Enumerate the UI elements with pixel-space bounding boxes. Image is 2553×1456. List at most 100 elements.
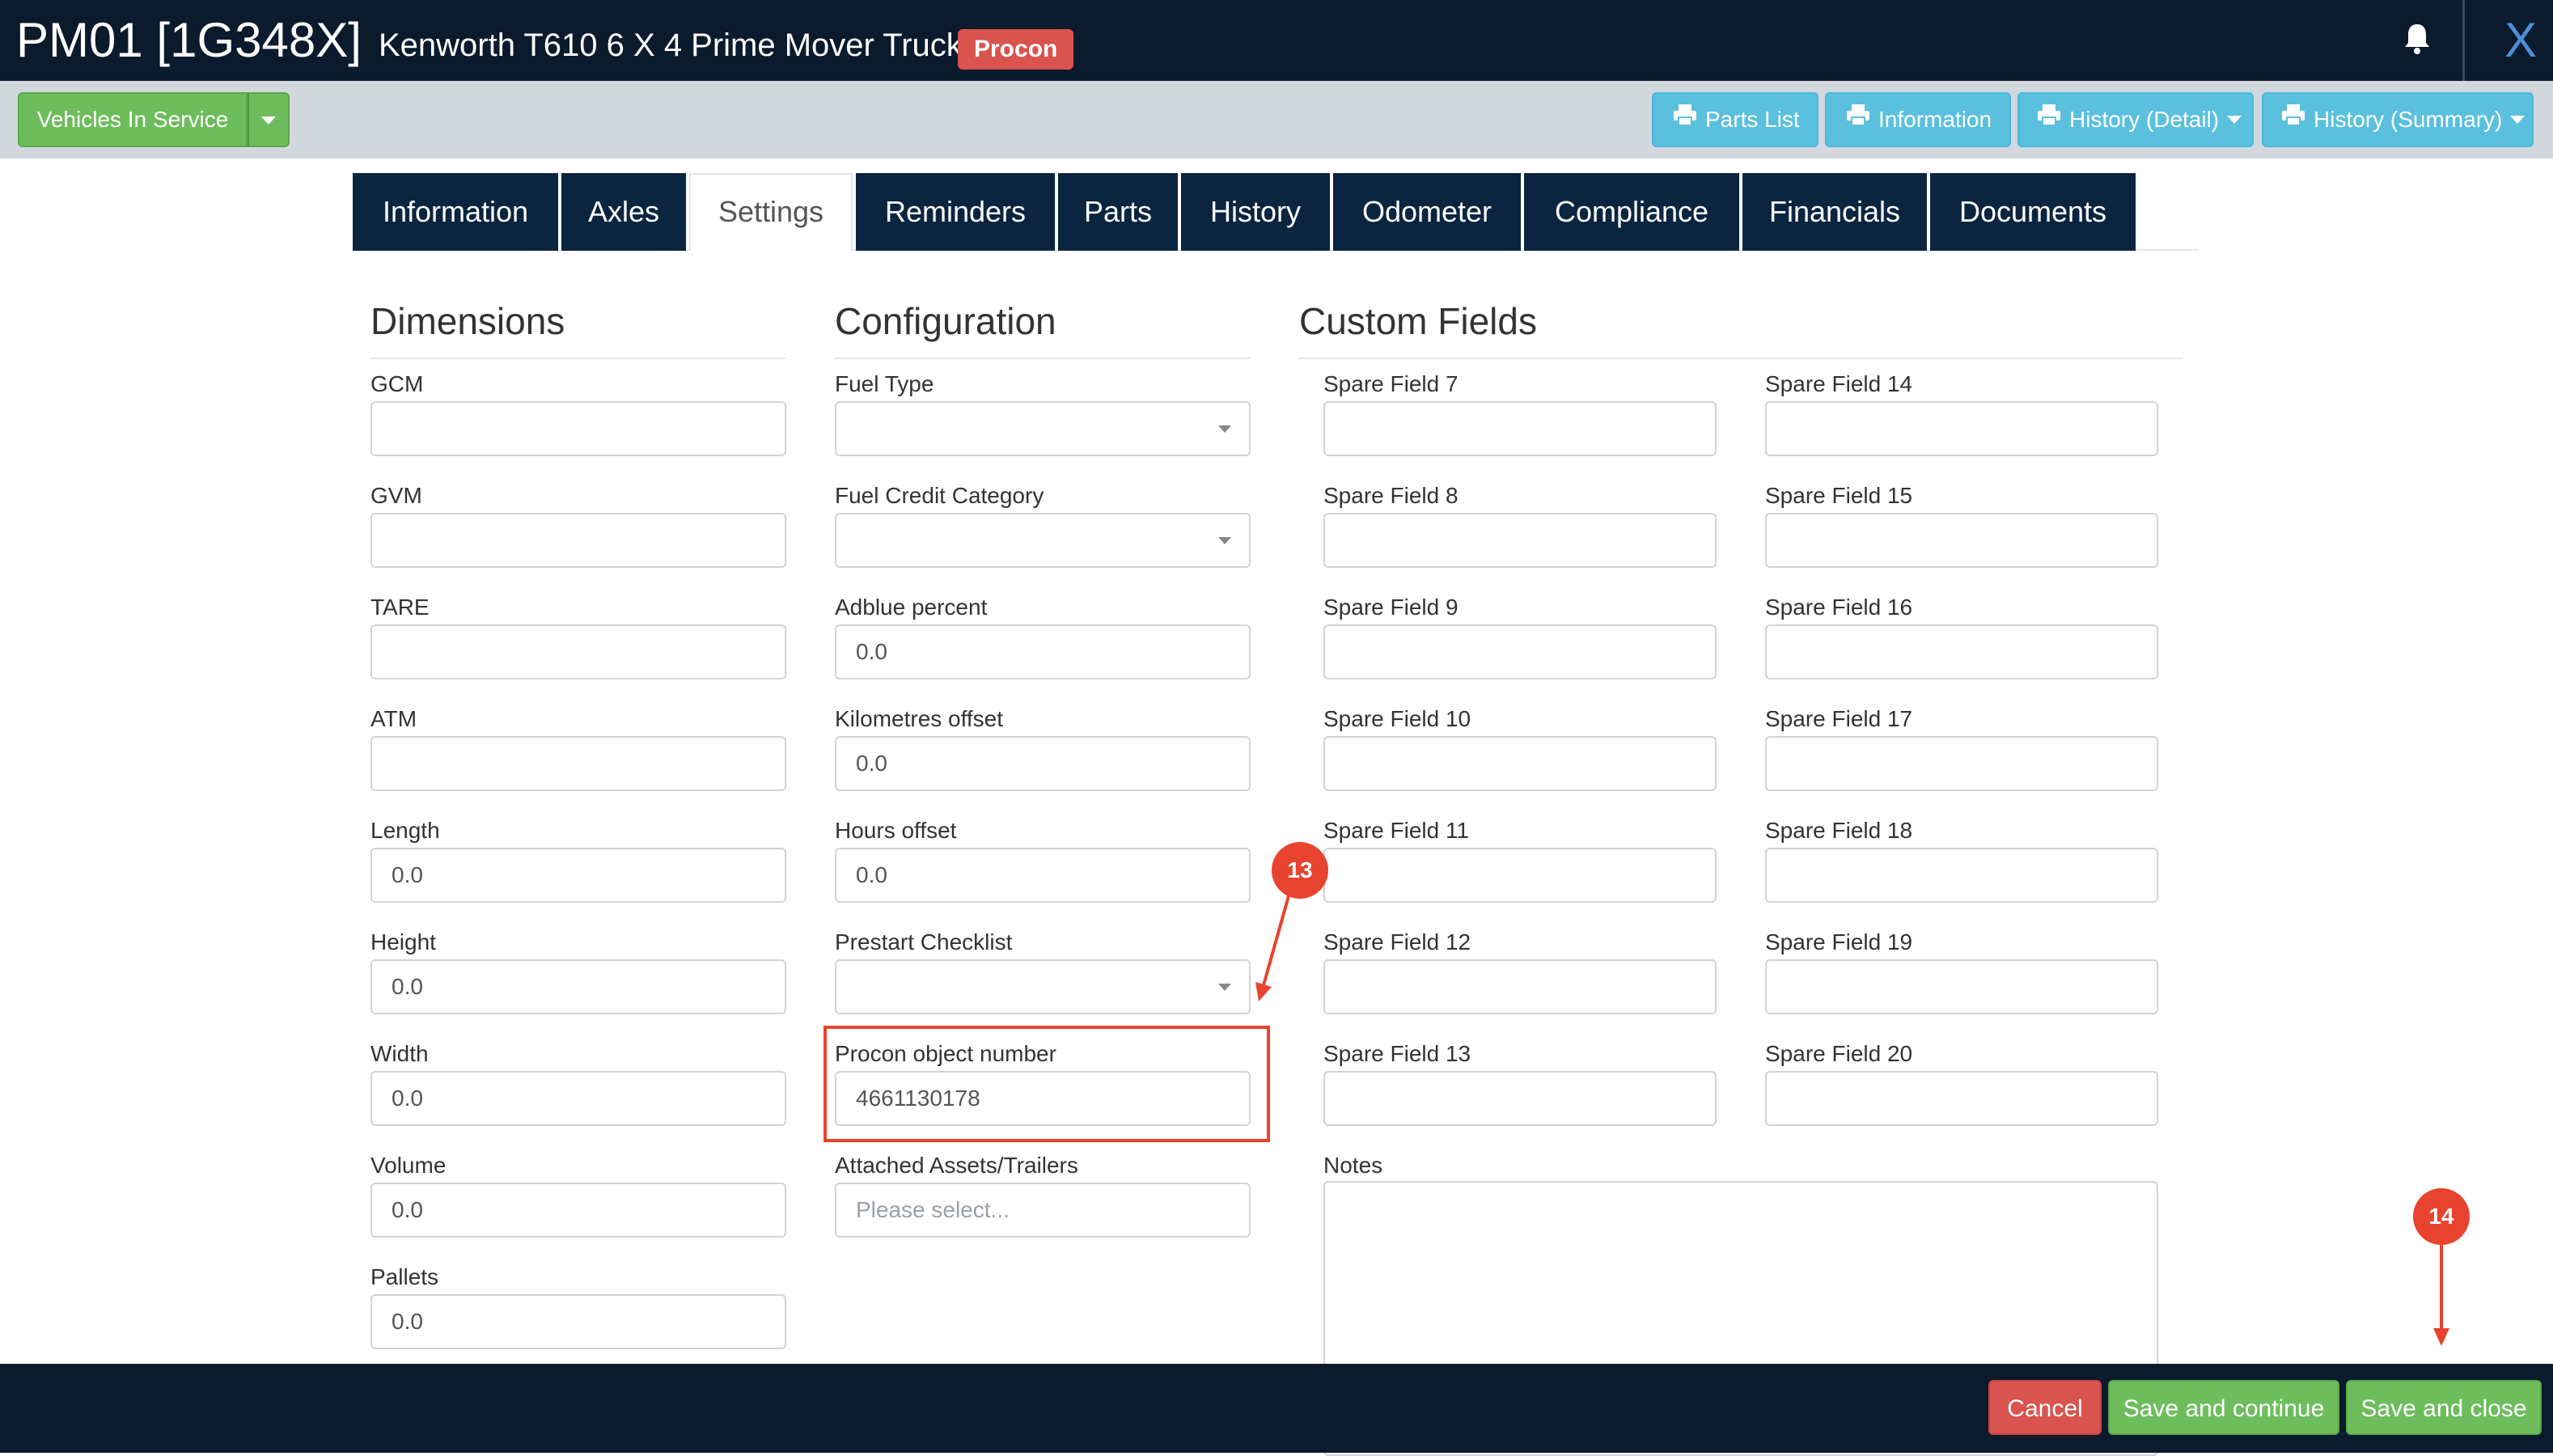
adblue-percent-input[interactable]: 0.0 bbox=[835, 624, 1251, 679]
spare-field-15-label: Spare Field 15 bbox=[1765, 483, 1913, 508]
tab-parts[interactable]: Parts bbox=[1058, 173, 1178, 251]
width-input[interactable]: 0.0 bbox=[370, 1071, 786, 1126]
header-divider bbox=[2462, 0, 2465, 81]
gcm-label: GCM bbox=[370, 371, 424, 396]
spare-field-12-label: Spare Field 12 bbox=[1323, 929, 1471, 954]
tab-financials[interactable]: Financials bbox=[1742, 173, 1927, 251]
close-button[interactable]: X bbox=[2488, 8, 2553, 73]
prestart-checklist-label: Prestart Checklist bbox=[835, 929, 1013, 954]
width-label: Width bbox=[370, 1041, 429, 1066]
spare-field-20-input[interactable] bbox=[1765, 1071, 2158, 1126]
history-summary-button[interactable]: History (Summary) bbox=[2262, 92, 2534, 147]
custom-fields-heading: Custom Fields bbox=[1299, 300, 1537, 342]
spare-field-17-input[interactable] bbox=[1765, 736, 2158, 791]
tab-documents[interactable]: Documents bbox=[1930, 173, 2136, 251]
spare-field-18-input[interactable] bbox=[1765, 848, 2158, 903]
history-detail-button[interactable]: History (Detail) bbox=[2017, 92, 2254, 147]
parts-list-button[interactable]: Parts List bbox=[1652, 92, 1818, 147]
vehicle-code: PM01 [1G348X] bbox=[16, 13, 362, 67]
notes-label: Notes bbox=[1323, 1153, 1383, 1178]
print-icon bbox=[2037, 93, 2061, 145]
spare-field-13-label: Spare Field 13 bbox=[1323, 1041, 1471, 1066]
print-icon bbox=[2281, 93, 2305, 145]
dimensions-rule bbox=[370, 358, 786, 359]
status-dropdown-toggle[interactable] bbox=[248, 92, 290, 147]
volume-input[interactable]: 0.0 bbox=[370, 1183, 786, 1238]
tab-history[interactable]: History bbox=[1181, 173, 1330, 251]
prestart-checklist-select[interactable] bbox=[835, 959, 1251, 1014]
volume-label: Volume bbox=[370, 1153, 447, 1178]
tab-axles[interactable]: Axles bbox=[561, 173, 686, 251]
print-icon bbox=[1673, 93, 1697, 145]
tab-reminders[interactable]: Reminders bbox=[856, 173, 1055, 251]
bell-icon[interactable] bbox=[2401, 21, 2433, 57]
tab-odometer[interactable]: Odometer bbox=[1333, 173, 1521, 251]
spare-field-15-input[interactable] bbox=[1765, 513, 2158, 568]
height-input[interactable]: 0.0 bbox=[370, 959, 786, 1014]
information-print-button[interactable]: Information bbox=[1825, 92, 2011, 147]
spare-field-19-label: Spare Field 19 bbox=[1765, 929, 1913, 954]
tab-settings[interactable]: Settings bbox=[689, 173, 853, 251]
kilometres-offset-label: Kilometres offset bbox=[835, 706, 1004, 731]
parts-list-label: Parts List bbox=[1705, 107, 1800, 132]
spare-field-16-input[interactable] bbox=[1765, 624, 2158, 679]
spare-field-9-label: Spare Field 9 bbox=[1323, 595, 1459, 620]
tare-input[interactable] bbox=[370, 624, 786, 679]
pallets-input[interactable]: 0.0 bbox=[370, 1294, 786, 1349]
gcm-input[interactable] bbox=[370, 401, 786, 456]
chevron-down-icon bbox=[2227, 115, 2242, 124]
gvm-input[interactable] bbox=[370, 513, 786, 568]
spare-field-9-input[interactable] bbox=[1323, 624, 1717, 679]
attached-assets-label: Attached Assets/Trailers bbox=[835, 1153, 1078, 1178]
configuration-rule bbox=[835, 358, 1251, 359]
spare-field-12-input[interactable] bbox=[1323, 959, 1717, 1014]
spare-field-14-input[interactable] bbox=[1765, 401, 2158, 456]
length-label: Length bbox=[370, 818, 440, 843]
procon-badge: Procon bbox=[958, 29, 1074, 70]
highlight-procon-object-number bbox=[823, 1026, 1270, 1142]
length-input[interactable]: 0.0 bbox=[370, 848, 786, 903]
spare-field-19-input[interactable] bbox=[1765, 959, 2158, 1014]
vehicle-status-button[interactable]: Vehicles In Service bbox=[18, 92, 248, 147]
hours-offset-input[interactable]: 0.0 bbox=[835, 848, 1251, 903]
spare-field-11-input[interactable] bbox=[1323, 848, 1717, 903]
spare-field-13-input[interactable] bbox=[1323, 1071, 1717, 1126]
information-print-label: Information bbox=[1878, 107, 1992, 132]
spare-field-14-label: Spare Field 14 bbox=[1765, 371, 1913, 396]
spare-field-16-label: Spare Field 16 bbox=[1765, 595, 1913, 620]
kilometres-offset-input[interactable]: 0.0 bbox=[835, 736, 1251, 791]
step-marker-14: 14 bbox=[2413, 1188, 2470, 1245]
height-label: Height bbox=[370, 929, 436, 954]
chevron-down-icon bbox=[261, 116, 276, 125]
spare-field-10-input[interactable] bbox=[1323, 736, 1717, 791]
chevron-down-icon bbox=[2510, 115, 2525, 124]
chevron-down-icon bbox=[1218, 984, 1231, 991]
cancel-button[interactable]: Cancel bbox=[1988, 1380, 2102, 1435]
adblue-percent-label: Adblue percent bbox=[835, 595, 988, 620]
atm-input[interactable] bbox=[370, 736, 786, 791]
configuration-heading: Configuration bbox=[835, 300, 1056, 342]
spare-field-10-label: Spare Field 10 bbox=[1323, 706, 1471, 731]
save-and-close-button[interactable]: Save and close bbox=[2346, 1380, 2542, 1435]
spare-field-18-label: Spare Field 18 bbox=[1765, 818, 1913, 843]
pallets-label: Pallets bbox=[370, 1264, 439, 1289]
fuel-credit-category-select[interactable] bbox=[835, 513, 1251, 568]
print-icon bbox=[1846, 93, 1870, 145]
spare-field-7-label: Spare Field 7 bbox=[1323, 371, 1459, 396]
save-and-continue-button[interactable]: Save and continue bbox=[2108, 1380, 2339, 1435]
spare-field-20-label: Spare Field 20 bbox=[1765, 1041, 1913, 1066]
dimensions-heading: Dimensions bbox=[370, 300, 565, 342]
hours-offset-label: Hours offset bbox=[835, 818, 957, 843]
fuel-credit-category-label: Fuel Credit Category bbox=[835, 483, 1044, 508]
fuel-type-select[interactable] bbox=[835, 401, 1251, 456]
history-summary-label: History (Summary) bbox=[2314, 107, 2503, 132]
tab-information[interactable]: Information bbox=[353, 173, 558, 251]
spare-field-8-label: Spare Field 8 bbox=[1323, 483, 1459, 508]
history-detail-label: History (Detail) bbox=[2069, 107, 2220, 132]
spare-field-8-input[interactable] bbox=[1323, 513, 1717, 568]
tab-compliance[interactable]: Compliance bbox=[1524, 173, 1739, 251]
attached-assets-select[interactable]: Please select... bbox=[835, 1183, 1251, 1238]
spare-field-7-input[interactable] bbox=[1323, 401, 1717, 456]
step-marker-13: 13 bbox=[1272, 842, 1328, 899]
vehicle-name: Kenworth T610 6 X 4 Prime Mover Truck bbox=[379, 28, 963, 63]
